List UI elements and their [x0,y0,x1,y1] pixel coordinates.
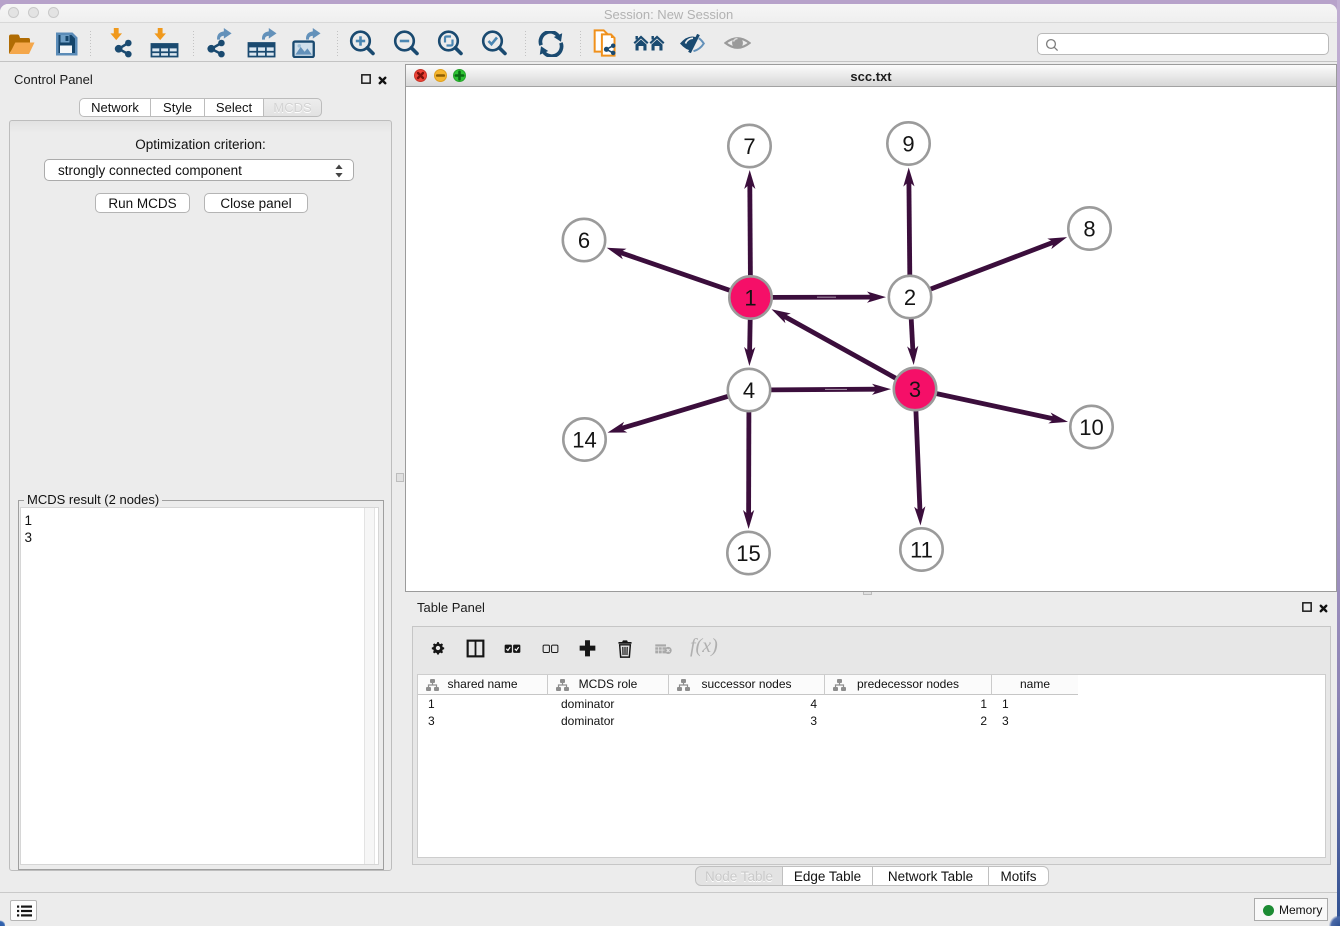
svg-text:6: 6 [578,228,590,253]
svg-text:8: 8 [1083,217,1095,242]
svg-text:2: 2 [904,285,916,310]
svg-text:1: 1 [744,286,756,311]
svg-text:7: 7 [743,134,755,159]
svg-text:4: 4 [743,378,755,403]
svg-text:9: 9 [902,132,914,157]
svg-text:11: 11 [910,538,933,563]
svg-text:15: 15 [736,541,760,566]
svg-text:10: 10 [1079,415,1103,440]
svg-text:3: 3 [909,377,921,402]
svg-text:14: 14 [572,428,596,453]
